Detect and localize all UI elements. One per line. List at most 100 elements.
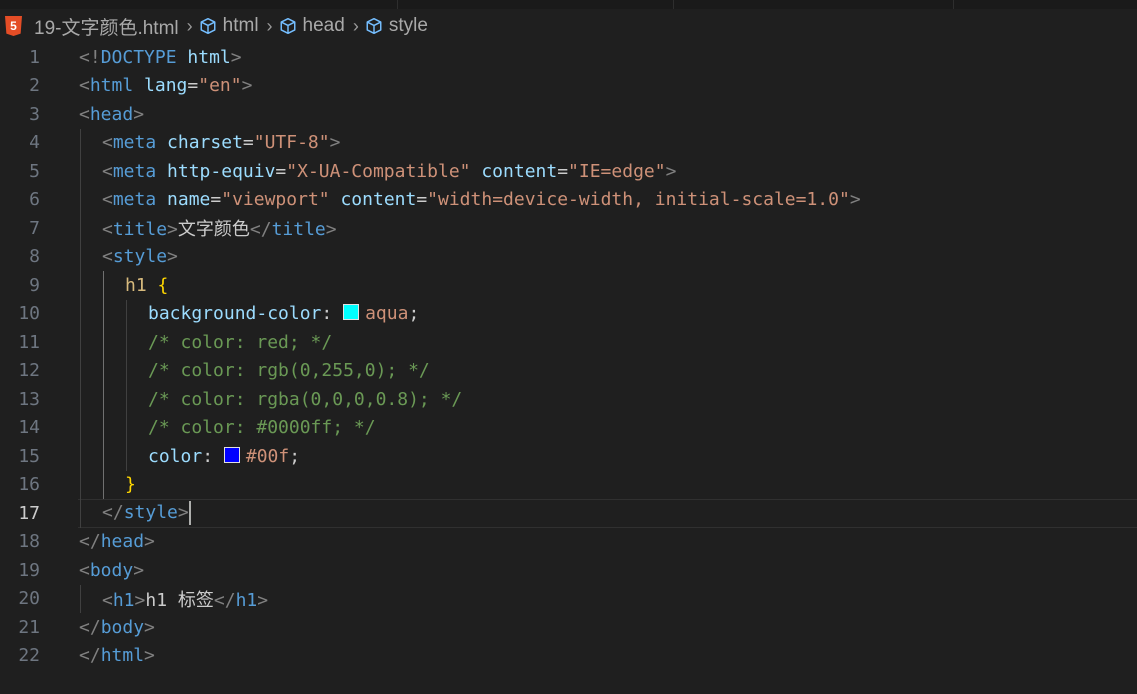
code-text: <h1>h1 标签</h1> [102,586,268,612]
code-token: </ [79,616,101,638]
html5-icon: 5 [5,16,22,36]
text-cursor [188,501,191,526]
chevron-right-icon: › [266,15,273,36]
code-token: title [112,219,168,241]
code-token: "IE=edge" [568,160,666,182]
code-token: = [210,189,222,211]
code-token: html [89,75,134,97]
tab-divider [953,0,954,9]
code-token: /* color: rgb(0,255,0); */ [148,360,430,382]
code-token: > [325,219,337,241]
code-token: body [89,559,134,581]
code-line[interactable]: 5 <meta http-equiv="X-UA-Compatible" cont… [0,157,1137,186]
code-line[interactable]: 18 </head> [0,528,1137,557]
code-text: <title>文字颜色</title> [102,215,337,241]
code-token: charset [167,132,243,154]
code-line[interactable]: 4 <meta charset="UTF-8"> [0,129,1137,158]
code-line[interactable]: 6 <meta name="viewport" content="width=de… [0,186,1137,215]
cube-icon [200,17,216,35]
code-text: <!DOCTYPE html> [79,47,242,68]
line-number: 11 [18,331,40,353]
code-token: </ [79,645,101,667]
code-line[interactable]: 15 color: #00f; [0,442,1137,471]
code-token: style [112,246,168,268]
code-token: meta [112,160,157,182]
code-text: <body> [79,560,144,581]
editor-tab-strip [0,0,1137,9]
code-text: h1 { [125,275,168,296]
color-swatch[interactable] [343,304,360,321]
code-token: > [167,219,178,241]
code-token: content [340,189,417,211]
code-line[interactable]: 21 </body> [0,613,1137,642]
code-token: h1 标签 [145,589,214,611]
code-line[interactable]: 20 <h1>h1 标签</h1> [0,585,1137,614]
code-line[interactable]: 17 </style> [0,499,1137,528]
code-token: > [230,46,242,68]
line-number: 3 [29,103,40,125]
code-token: aqua [365,303,409,325]
code-line[interactable]: 2 <html lang="en"> [0,72,1137,101]
color-swatch[interactable] [223,446,240,463]
code-token: html [187,46,231,68]
cube-icon [280,17,296,35]
line-number: 7 [29,217,40,239]
code-token: > [144,645,155,667]
code-line[interactable]: 22 </html> [0,642,1137,671]
code-text: <meta http-equiv="X-UA-Compatible" conte… [102,161,676,182]
code-token: /* color: rgba(0,0,0,0.8); */ [148,388,463,410]
line-number: 15 [18,445,40,467]
code-line[interactable]: 10 background-color: aqua; [0,300,1137,329]
code-text: </style> [102,501,191,526]
code-line[interactable]: 7 <title>文字颜色</title> [0,214,1137,243]
code-line[interactable]: 12 /* color: rgb(0,255,0); */ [0,357,1137,386]
code-line[interactable]: 8 <style> [0,243,1137,272]
code-line[interactable]: 9 h1 { [0,271,1137,300]
code-token: = [416,189,428,211]
indent-guide [126,299,127,471]
line-number: 18 [18,531,40,553]
code-token: name [167,189,211,211]
code-text: /* color: rgba(0,0,0,0.8); */ [148,389,462,410]
breadcrumb-item-label: html [222,15,259,36]
code-line[interactable]: 14 /* color: #0000ff; */ [0,414,1137,443]
code-token: > [144,531,155,553]
line-number: 12 [18,360,40,382]
code-line[interactable]: 3 <head> [0,100,1137,129]
tab-divider [673,0,674,9]
code-token: = [557,160,569,182]
code-text: <head> [79,104,144,125]
code-token: style [123,502,178,524]
code-token: { [157,274,169,296]
code-token: } [125,474,136,496]
code-text: /* color: rgb(0,255,0); */ [148,360,430,381]
code-editor[interactable]: 1 <!DOCTYPE html> 2 <html lang="en"> 3 <head>… [0,43,1137,694]
code-text: /* color: #0000ff; */ [148,417,376,438]
code-line[interactable]: 16} [0,471,1137,500]
code-line[interactable]: 1 <!DOCTYPE html> [0,43,1137,72]
line-number: 1 [29,46,40,68]
line-number: 4 [29,132,40,154]
breadcrumb-item-style[interactable]: style [365,15,428,37]
code-text: </body> [79,617,155,638]
code-token: #00f [245,445,290,467]
code-token: "UTF-8" [253,132,330,154]
code-text: color: #00f; [148,446,300,467]
code-token: lang [144,75,188,97]
code-token: > [849,189,861,211]
breadcrumb-item-html[interactable]: html [199,15,259,37]
code-token: < [79,559,90,581]
breadcrumb-item-head[interactable]: head [279,15,345,37]
code-token: > [329,132,341,154]
code-line[interactable]: 11 /* color: red; */ [0,328,1137,357]
breadcrumb-item-label: head [302,15,345,36]
code-token: > [133,103,145,125]
code-line[interactable]: 19 <body> [0,556,1137,585]
line-number: 8 [29,246,40,268]
code-token: "width=device-width, initial-scale=1.0" [427,189,850,211]
code-line[interactable]: 13 /* color: rgba(0,0,0,0.8); */ [0,385,1137,414]
breadcrumb-file[interactable]: 5 19-文字颜色.html [0,13,179,40]
